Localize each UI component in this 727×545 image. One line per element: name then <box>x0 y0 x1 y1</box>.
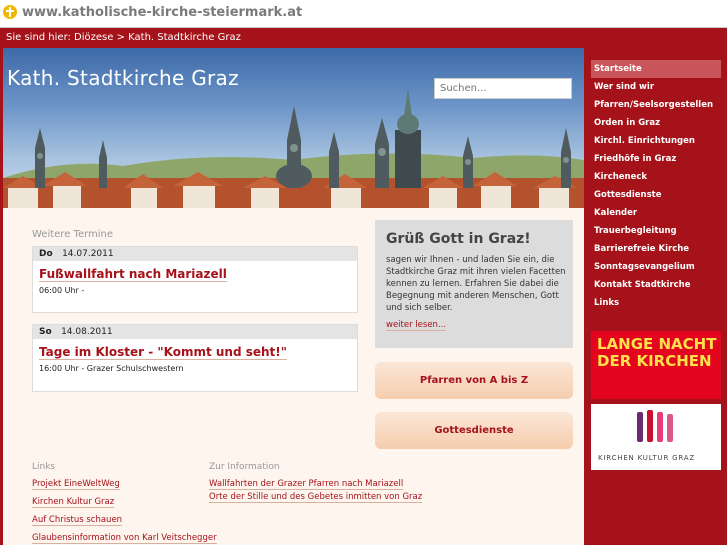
nav-item-kalender[interactable]: Kalender <box>591 204 721 222</box>
nav-item-gottesdienste[interactable]: Gottesdienste <box>591 186 721 204</box>
link-item[interactable]: Glaubensinformation von Karl Veitschegge… <box>32 533 217 544</box>
link-item[interactable]: Projekt EineWeltWeg <box>32 479 120 490</box>
event-day: Do <box>39 249 53 259</box>
page-title: Kath. Stadtkirche Graz <box>7 66 239 90</box>
sidebar-nav: Startseite Wer sind wir Pfarren/Seelsorg… <box>591 60 721 312</box>
kirchen-kultur-label: KIRCHEN KULTUR GRAZ <box>598 454 695 462</box>
welcome-text: sagen wir Ihnen - und laden Sie ein, die… <box>386 255 566 313</box>
parishes-a-z-button[interactable]: Pfarren von A bis Z <box>375 362 573 399</box>
nav-item-wer-sind-wir[interactable]: Wer sind wir <box>591 78 721 96</box>
events-heading: Weitere Termine <box>32 229 114 240</box>
event-info: 16:00 Uhr - Grazer Schulschwestern <box>39 364 184 373</box>
nav-item-links[interactable]: Links <box>591 294 721 312</box>
event-card: Do 14.07.2011 Fußwallfahrt nach Mariazel… <box>32 246 358 313</box>
breadcrumb: Sie sind hier: Diözese > Kath. Stadtkirc… <box>6 32 241 43</box>
nav-item-trauerbegleitung[interactable]: Trauerbegleitung <box>591 222 721 240</box>
nav-item-barrierefrei[interactable]: Barrierefreie Kirche <box>591 240 721 258</box>
links-heading: Links <box>32 462 56 472</box>
info-link-item[interactable]: Wallfahrten der Grazer Pfarren nach Mari… <box>209 479 404 490</box>
nav-item-startseite[interactable]: Startseite <box>591 60 721 78</box>
event-date-bar: Do 14.07.2011 <box>33 247 357 261</box>
event-date: 14.07.2011 <box>62 249 114 259</box>
nav-item-kircheneck[interactable]: Kircheneck <box>591 168 721 186</box>
event-day: So <box>39 327 52 337</box>
welcome-title: Grüß Gott in Graz! <box>386 231 531 247</box>
info-link-item[interactable]: Orte der Stille und des Gebetes inmitten… <box>209 492 423 503</box>
nav-item-einrichtungen[interactable]: Kirchl. Einrichtungen <box>591 132 721 150</box>
event-info: 06:00 Uhr - <box>39 286 85 295</box>
search-input[interactable] <box>434 78 572 99</box>
link-item[interactable]: Auf Christus schauen <box>32 515 123 526</box>
read-more-link[interactable]: weiter lesen... <box>386 320 447 331</box>
event-title[interactable]: Tage im Kloster - "Kommt und seht!" <box>39 345 288 360</box>
lange-nacht-logo: LANGE NACHT DER KIRCHEN <box>597 335 717 370</box>
event-date-bar: So 14.08.2011 <box>33 325 357 339</box>
event-card: So 14.08.2011 Tage im Kloster - "Kommt u… <box>32 324 358 392</box>
nav-item-pfarren[interactable]: Pfarren/Seelsorgestellen <box>591 96 721 114</box>
services-button[interactable]: Gottesdienste <box>375 412 573 449</box>
nav-item-friedhoefe[interactable]: Friedhöfe in Graz <box>591 150 721 168</box>
info-heading: Zur Information <box>209 462 280 472</box>
site-url[interactable]: www.katholische-kirche-steiermark.at <box>22 5 302 20</box>
diocese-logo-icon[interactable] <box>3 5 17 19</box>
nav-item-kontakt[interactable]: Kontakt Stadtkirche <box>591 276 721 294</box>
link-item[interactable]: Kirchen Kultur Graz <box>32 497 115 508</box>
event-date: 14.08.2011 <box>61 327 113 337</box>
event-title[interactable]: Fußwallfahrt nach Mariazell <box>39 267 227 282</box>
nav-item-sonntagsevangelium[interactable]: Sonntagsevangelium <box>591 258 721 276</box>
nav-item-orden[interactable]: Orden in Graz <box>591 114 721 132</box>
